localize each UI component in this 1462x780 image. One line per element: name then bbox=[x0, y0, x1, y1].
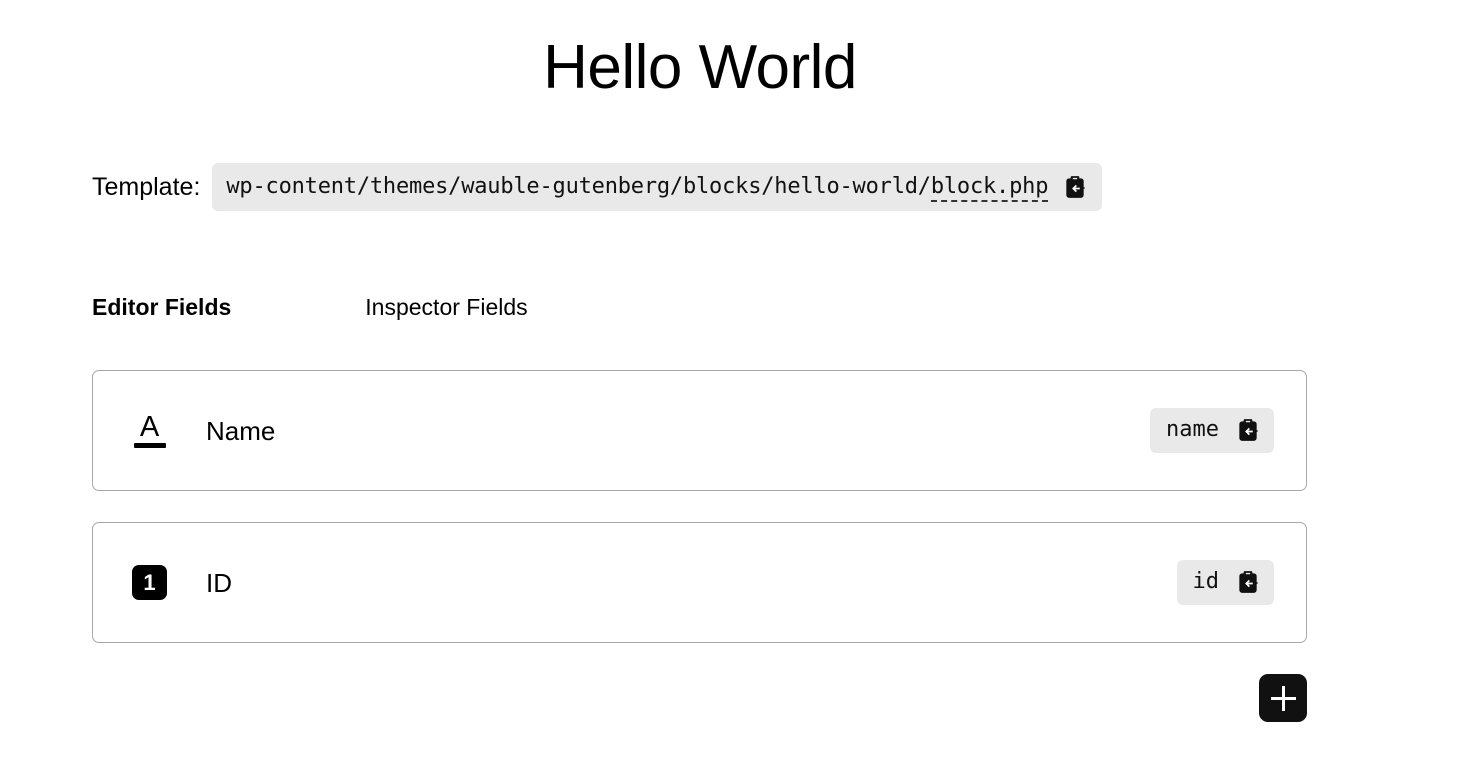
field-key-id: id bbox=[1192, 569, 1220, 594]
field-icon-slot: A bbox=[93, 413, 206, 448]
field-row-name[interactable]: A Name name bbox=[92, 370, 1307, 491]
tab-inspector-fields[interactable]: Inspector Fields bbox=[365, 290, 527, 325]
page-title: Hello World bbox=[543, 33, 857, 102]
field-icon-slot: 1 bbox=[93, 565, 206, 600]
field-key-name: name bbox=[1166, 417, 1219, 442]
template-path: wp-content/themes/wauble-gutenberg/block… bbox=[226, 172, 1048, 202]
clipboard-copy-icon[interactable] bbox=[1235, 417, 1261, 443]
field-row-id[interactable]: 1 ID id bbox=[92, 522, 1307, 643]
template-path-file: block.php bbox=[930, 173, 1048, 202]
clipboard-copy-icon bbox=[1062, 174, 1088, 200]
plus-icon-vertical bbox=[1281, 685, 1285, 711]
block-editor-page: Hello World Template: wp-content/themes/… bbox=[0, 0, 1462, 780]
text-field-icon-glyph: A bbox=[139, 411, 160, 443]
field-key-pill-id[interactable]: id bbox=[1176, 560, 1274, 605]
text-field-icon: A bbox=[133, 413, 167, 448]
template-row: Template: wp-content/themes/wauble-guten… bbox=[92, 163, 1103, 211]
template-path-pill[interactable]: wp-content/themes/wauble-gutenberg/block… bbox=[212, 163, 1103, 211]
template-label: Template: bbox=[92, 172, 201, 201]
clipboard-copy-icon[interactable] bbox=[1235, 569, 1261, 595]
text-field-icon-underline bbox=[133, 443, 166, 448]
field-label-id: ID bbox=[206, 567, 232, 598]
field-label-name: Name bbox=[206, 415, 276, 446]
number-field-icon: 1 bbox=[132, 565, 167, 600]
field-key-pill-name[interactable]: name bbox=[1150, 408, 1274, 453]
tab-editor-fields[interactable]: Editor Fields bbox=[92, 290, 231, 325]
fields-list: A Name name 1 ID id bbox=[92, 370, 1307, 674]
field-group-tabs: Editor Fields Inspector Fields bbox=[92, 290, 528, 325]
number-field-icon-glyph: 1 bbox=[143, 569, 156, 595]
add-field-button[interactable] bbox=[1259, 674, 1307, 722]
template-path-prefix: wp-content/themes/wauble-gutenberg/block… bbox=[226, 173, 931, 199]
copy-template-path-button[interactable] bbox=[1062, 174, 1088, 200]
